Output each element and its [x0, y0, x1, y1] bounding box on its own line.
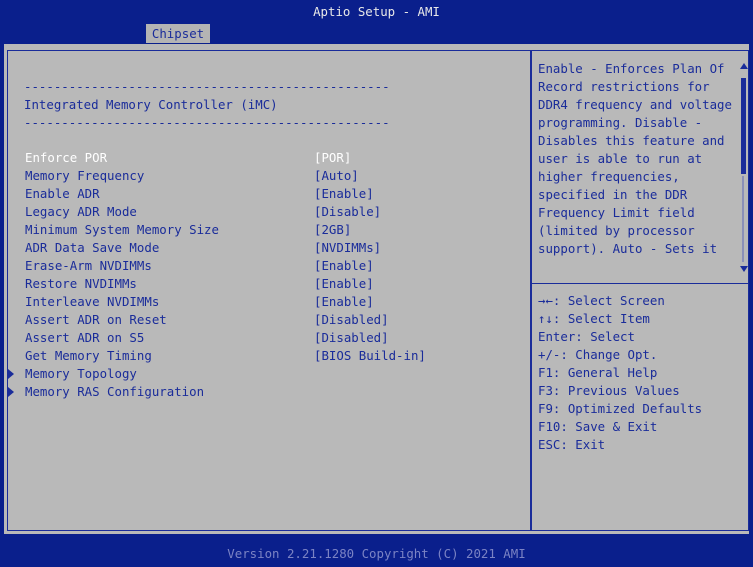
scroll-up-icon[interactable]	[740, 63, 748, 69]
setting-memory-frequency[interactable]: Memory Frequency [Auto]	[8, 167, 528, 185]
setting-value[interactable]: [2GB]	[314, 221, 351, 239]
help-line: programming. Disable -	[538, 115, 703, 130]
setting-assert-adr-on-reset[interactable]: Assert ADR on Reset [Disabled]	[8, 311, 528, 329]
setting-value[interactable]: [NVDIMMs]	[314, 239, 381, 257]
setting-enable-adr[interactable]: Enable ADR [Enable]	[8, 185, 528, 203]
setting-value[interactable]: [Disabled]	[314, 311, 389, 329]
submenu-arrow-icon	[8, 369, 14, 379]
help-line: DDR4 frequency and voltage	[538, 97, 732, 112]
help-line: support). Auto - Sets it	[538, 241, 718, 256]
help-line: (limited by processor	[538, 223, 695, 238]
setting-get-memory-timing[interactable]: Get Memory Timing [BIOS Build-in]	[8, 347, 528, 365]
setting-label: Minimum System Memory Size	[25, 222, 219, 237]
setting-value[interactable]: [Enable]	[314, 293, 374, 311]
key-help-line: F3: Previous Values	[538, 383, 680, 398]
setting-value[interactable]: [Auto]	[314, 167, 359, 185]
setting-label: Interleave NVDIMMs	[25, 294, 160, 309]
section-divider-top: ----------------------------------------…	[24, 79, 390, 94]
submenu-label: Memory Topology	[25, 366, 137, 381]
setting-value[interactable]: [Enable]	[314, 185, 374, 203]
key-help-line: →←: Select Screen	[538, 293, 665, 308]
submenu-memory-ras-configuration[interactable]: Memory RAS Configuration	[8, 383, 528, 401]
setting-label: Assert ADR on S5	[25, 330, 145, 345]
setting-restore-nvdimms[interactable]: Restore NVDIMMs [Enable]	[8, 275, 528, 293]
key-help-line: F9: Optimized Defaults	[538, 401, 703, 416]
setting-label: Get Memory Timing	[25, 348, 152, 363]
setting-value[interactable]: [Disabled]	[314, 329, 389, 347]
setting-enforce-por[interactable]: Enforce POR [POR]	[8, 149, 528, 167]
setting-label: Memory Frequency	[25, 168, 145, 183]
key-help-line: ↑↓: Select Item	[538, 311, 650, 326]
scrollbar-track[interactable]	[742, 176, 744, 262]
setting-value[interactable]: [POR]	[314, 149, 351, 167]
submenu-memory-topology[interactable]: Memory Topology	[8, 365, 528, 383]
help-divider	[532, 283, 748, 284]
setting-value[interactable]: [Enable]	[314, 257, 374, 275]
version-text: Version 2.21.1280 Copyright (C) 2021 AMI	[227, 546, 526, 561]
help-line: user is able to run at	[538, 151, 703, 166]
key-help-line: Enter: Select	[538, 329, 635, 344]
key-help-line: ESC: Exit	[538, 437, 606, 452]
help-line: higher frequencies,	[538, 169, 680, 184]
setting-value[interactable]: [Enable]	[314, 275, 374, 293]
help-line: Enable - Enforces Plan Of	[538, 61, 725, 76]
setting-value[interactable]: [Disable]	[314, 203, 381, 221]
help-line: Frequency Limit field	[538, 205, 695, 220]
submenu-label: Memory RAS Configuration	[25, 384, 205, 399]
help-line: Record restrictions for	[538, 79, 710, 94]
setting-label: Enable ADR	[25, 186, 100, 201]
key-help-line: F10: Save & Exit	[538, 419, 658, 434]
setting-interleave-nvdimms[interactable]: Interleave NVDIMMs [Enable]	[8, 293, 528, 311]
help-line: specified in the DDR	[538, 187, 688, 202]
section-divider-bottom: ----------------------------------------…	[24, 115, 390, 130]
scroll-down-icon[interactable]	[740, 266, 748, 272]
setting-minimum-memory-size[interactable]: Minimum System Memory Size [2GB]	[8, 221, 528, 239]
tab-chipset[interactable]: Chipset	[146, 24, 210, 43]
setting-assert-adr-on-s5[interactable]: Assert ADR on S5 [Disabled]	[8, 329, 528, 347]
help-line: Disables this feature and	[538, 133, 725, 148]
setting-value[interactable]: [BIOS Build-in]	[314, 347, 426, 365]
section-title: Integrated Memory Controller (iMC)	[24, 97, 278, 112]
setting-label: Erase-Arm NVDIMMs	[25, 258, 152, 273]
app-title: Aptio Setup - AMI	[313, 4, 440, 19]
setting-label: ADR Data Save Mode	[25, 240, 160, 255]
setting-label: Assert ADR on Reset	[25, 312, 167, 327]
key-help-line: F1: General Help	[538, 365, 658, 380]
submenu-arrow-icon	[8, 387, 14, 397]
key-help-line: +/-: Change Opt.	[538, 347, 658, 362]
setting-label: Restore NVDIMMs	[25, 276, 137, 291]
setting-label: Legacy ADR Mode	[25, 204, 137, 219]
setting-erase-arm-nvdimms[interactable]: Erase-Arm NVDIMMs [Enable]	[8, 257, 528, 275]
setting-adr-data-save-mode[interactable]: ADR Data Save Mode [NVDIMMs]	[8, 239, 528, 257]
footer-bar: Version 2.21.1280 Copyright (C) 2021 AMI	[0, 545, 753, 563]
scrollbar-thumb[interactable]	[741, 78, 746, 174]
header-bar: Aptio Setup - AMI Chipset	[0, 0, 753, 44]
setting-legacy-adr-mode[interactable]: Legacy ADR Mode [Disable]	[8, 203, 528, 221]
setting-label: Enforce POR	[25, 150, 108, 165]
